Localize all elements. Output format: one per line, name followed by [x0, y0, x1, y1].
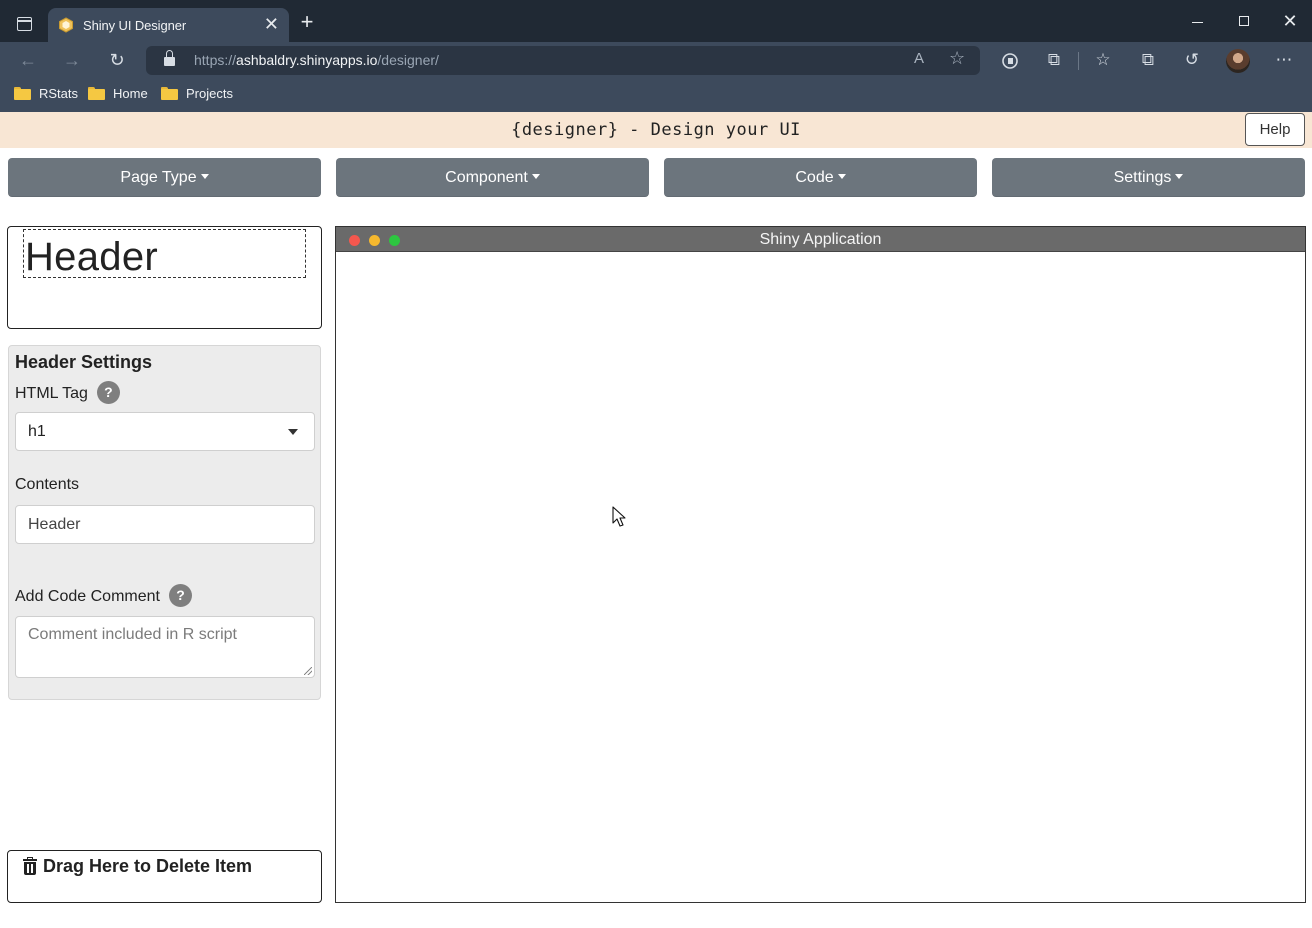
caret-down-icon — [837, 174, 846, 179]
browser-tab-active[interactable]: Shiny UI Designer ✕ — [48, 8, 289, 42]
profile-avatar[interactable] — [1226, 49, 1250, 73]
code-comment-label-text: Add Code Comment — [15, 588, 160, 605]
browser-essentials-icon[interactable] — [998, 49, 1022, 73]
bookmark-label: RStats — [39, 86, 79, 101]
page-type-dropdown-button[interactable]: Page Type — [8, 158, 321, 197]
window-maximize-button[interactable] — [1231, 12, 1257, 32]
address-bar[interactable]: https://ashbaldry.shinyapps.io/designer/… — [146, 46, 980, 75]
bookmark-label: Home — [113, 86, 148, 101]
caret-down-icon — [531, 174, 540, 179]
tab-title: Shiny UI Designer — [83, 17, 187, 33]
component-dropdown-button[interactable]: Component — [336, 158, 649, 197]
favorites-icon[interactable]: ☆ — [1091, 49, 1115, 73]
menu-label: Page Type — [120, 169, 197, 186]
more-options-icon[interactable]: ⋯ — [1272, 49, 1296, 73]
tab-close-icon[interactable]: ✕ — [264, 15, 279, 33]
read-aloud-icon[interactable]: A — [914, 50, 924, 67]
url-host: ashbaldry.shinyapps.io — [236, 52, 378, 68]
component-preview: Header — [7, 226, 322, 329]
url-path: /designer/ — [377, 52, 439, 68]
help-button[interactable]: Help — [1245, 113, 1305, 146]
collections-icon[interactable]: ⧉ — [1136, 49, 1160, 73]
bookmark-rstats[interactable]: RStats — [14, 86, 78, 101]
toolbar-divider — [1078, 52, 1079, 70]
help-question-icon[interactable]: ? — [168, 584, 192, 607]
history-icon[interactable]: ↺ — [1180, 49, 1204, 73]
menu-label: Settings — [1113, 169, 1172, 186]
folder-icon — [88, 87, 105, 100]
bookmark-label: Projects — [186, 86, 233, 101]
html-tag-value: h1 — [28, 423, 46, 440]
preview-header-text: Header — [25, 235, 158, 279]
browser-nav-bar: ← → ↻ https://ashbaldry.shinyapps.io/des… — [0, 42, 1312, 78]
draggable-header-component[interactable]: Header — [23, 229, 306, 279]
shiny-favicon-icon — [59, 17, 73, 33]
refresh-icon[interactable]: ↻ — [104, 48, 130, 72]
html-tag-label: HTML Tag? — [15, 381, 120, 404]
caret-down-icon — [1175, 174, 1184, 179]
app-window-titlebar: Shiny Application — [336, 227, 1305, 252]
caret-down-icon — [200, 174, 209, 179]
app-title: {designer} - Design your UI — [511, 120, 801, 140]
help-question-icon[interactable]: ? — [96, 381, 120, 404]
folder-icon — [14, 87, 31, 100]
url-scheme: https:// — [194, 52, 237, 68]
delete-zone-row: Drag Here to Delete Item — [23, 856, 252, 877]
app-title-bar: {designer} - Design your UI Help — [0, 112, 1312, 148]
delete-zone-label: Drag Here to Delete Item — [43, 856, 253, 876]
contents-input[interactable]: Header — [15, 505, 315, 544]
menu-label: Code — [795, 169, 834, 186]
new-tab-button[interactable]: + — [296, 11, 318, 34]
bookmarks-bar: RStats Home Projects — [0, 78, 1312, 112]
trash-icon — [23, 857, 37, 875]
code-comment-label: Add Code Comment? — [15, 584, 192, 607]
extensions-icon[interactable]: ⧉ — [1042, 49, 1066, 73]
tab-actions-icon[interactable] — [10, 12, 38, 36]
dropdown-arrow-icon — [288, 429, 298, 435]
settings-dropdown-button[interactable]: Settings — [992, 158, 1305, 197]
shiny-app-canvas[interactable]: Shiny Application — [335, 226, 1306, 903]
window-close-button[interactable]: ✕ — [1277, 12, 1303, 32]
delete-drop-zone[interactable]: Drag Here to Delete Item — [7, 850, 322, 903]
add-favorite-icon[interactable]: ☆ — [949, 48, 965, 69]
browser-tab-bar: Shiny UI Designer ✕ + ✕ — [0, 0, 1312, 42]
code-dropdown-button[interactable]: Code — [664, 158, 977, 197]
comment-placeholder: Comment included in R script — [28, 626, 237, 643]
settings-title: Header Settings — [15, 352, 153, 372]
bookmark-home[interactable]: Home — [88, 86, 148, 101]
menu-label: Component — [445, 169, 528, 186]
header-settings-panel: Header Settings HTML Tag? h1 Contents He… — [8, 345, 321, 700]
lock-icon[interactable] — [164, 50, 175, 66]
folder-icon — [161, 87, 178, 100]
url-text: https://ashbaldry.shinyapps.io/designer/ — [194, 52, 439, 68]
code-comment-textarea[interactable]: Comment included in R script — [15, 616, 315, 678]
resize-handle-icon[interactable] — [304, 667, 312, 675]
window-minimize-button[interactable] — [1184, 12, 1210, 32]
back-icon[interactable]: ← — [15, 48, 41, 72]
bookmark-projects[interactable]: Projects — [161, 86, 233, 101]
mouse-cursor-icon — [612, 506, 626, 527]
app-window-title: Shiny Application — [759, 231, 882, 248]
forward-icon[interactable]: → — [59, 48, 85, 72]
html-tag-select[interactable]: h1 — [15, 412, 315, 451]
contents-label: Contents — [15, 476, 80, 493]
html-tag-label-text: HTML Tag — [15, 385, 88, 402]
